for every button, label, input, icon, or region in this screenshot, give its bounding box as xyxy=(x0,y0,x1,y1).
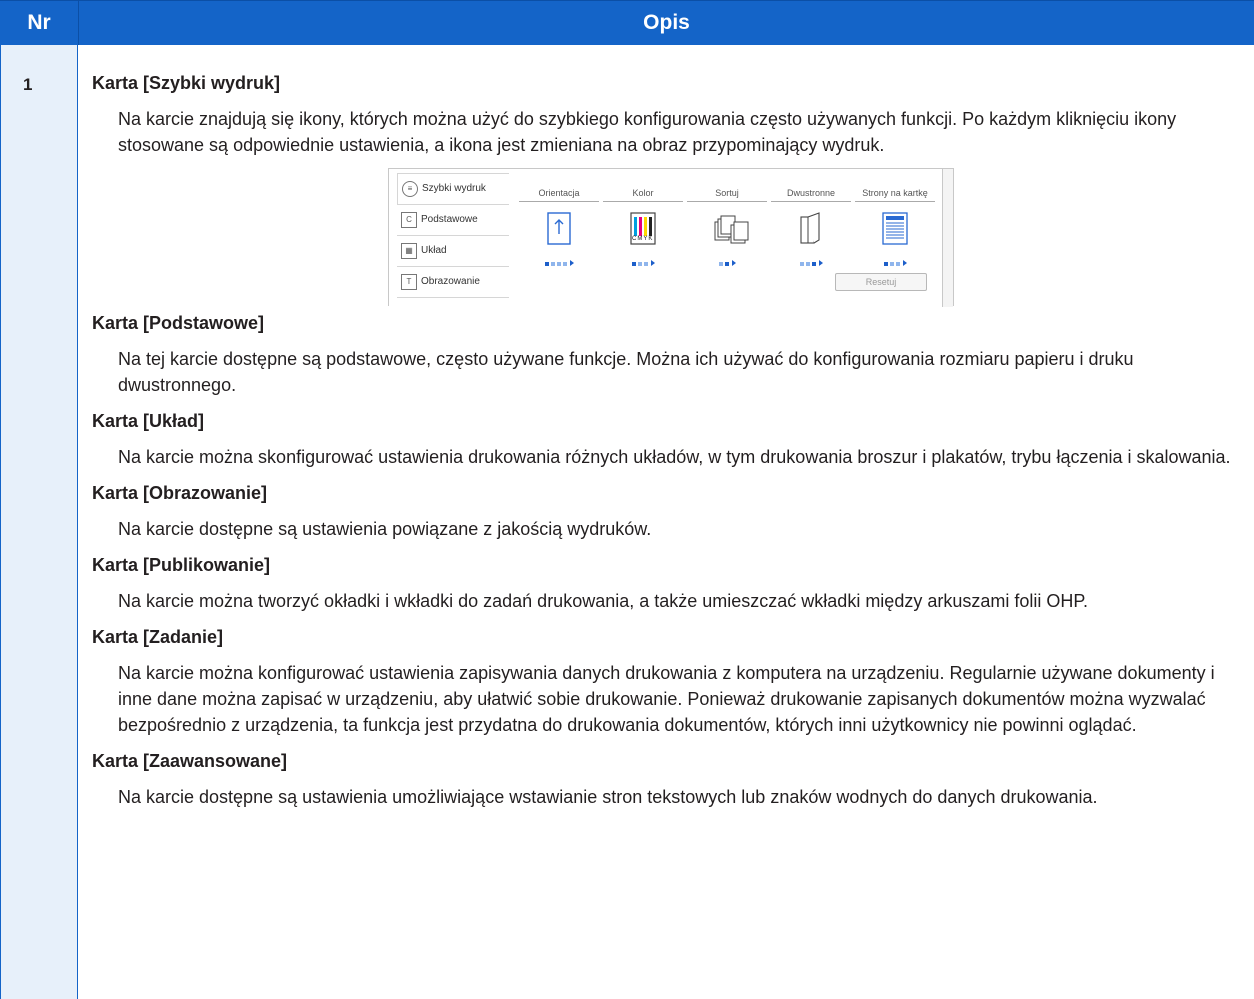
tab-label: Szybki wydruk xyxy=(422,183,486,194)
pages-per-sheet-icon xyxy=(881,212,909,246)
section-text: Na karcie znajdują się ikony, których mo… xyxy=(118,109,1177,155)
section-text: Na karcie można tworzyć okładki i wkładk… xyxy=(118,591,1089,611)
tab-quick-print[interactable]: ≡ Szybki wydruk xyxy=(397,173,509,205)
feature-orientation[interactable]: Orientacja xyxy=(519,187,599,270)
feature-label: Strony na kartkę xyxy=(855,187,935,202)
tab-label: Obrazowanie xyxy=(421,276,480,287)
row-number: 1 xyxy=(23,75,33,94)
layout-icon: ▦ xyxy=(401,243,417,259)
section-title: Karta [Szybki wydruk] xyxy=(92,73,281,93)
quick-print-icon: ≡ xyxy=(402,181,418,197)
tab-list: ≡ Szybki wydruk C Podstawowe ▦ Układ T O… xyxy=(397,173,509,298)
option-dots xyxy=(771,258,851,270)
section-text: Na tej karcie dostępne są podstawowe, cz… xyxy=(118,349,1134,395)
page: Nr Opis 1 Karta [Szybki wydruk] Na karci… xyxy=(0,0,1254,999)
section-text: Na karcie można konfigurować ustawienia … xyxy=(118,663,1215,735)
option-dots xyxy=(855,258,935,270)
reset-button[interactable]: Resetuj xyxy=(835,273,927,291)
section-title: Karta [Układ] xyxy=(92,411,205,431)
option-dots xyxy=(687,258,767,270)
color-icon: CMYK xyxy=(629,212,657,246)
feature-color[interactable]: Kolor CMYK xyxy=(603,187,683,270)
nr-column: 1 xyxy=(0,45,78,999)
tab-label: Podstawowe xyxy=(421,214,478,225)
section-title: Karta [Zaawansowane] xyxy=(92,751,288,771)
section-title: Karta [Publikowanie] xyxy=(92,555,271,575)
feature-label: Kolor xyxy=(603,187,683,202)
tab-imaging[interactable]: T Obrazowanie xyxy=(397,267,509,298)
driver-screenshot: ≡ Szybki wydruk C Podstawowe ▦ Układ T O… xyxy=(388,168,954,307)
collate-icon xyxy=(713,212,749,246)
section-text: Na karcie dostępne są ustawienia umożliw… xyxy=(118,787,1098,807)
table-header: Nr Opis xyxy=(0,0,1254,45)
section-text: Na karcie dostępne są ustawienia powiąza… xyxy=(118,519,652,539)
feature-label: Dwustronne xyxy=(771,187,851,202)
duplex-icon xyxy=(797,212,825,246)
option-dots xyxy=(519,258,599,270)
feature-collate[interactable]: Sortuj xyxy=(687,187,767,270)
header-opis: Opis xyxy=(643,11,690,34)
tab-label: Układ xyxy=(421,245,447,256)
description-cell: Karta [Szybki wydruk] Na karcie znajdują… xyxy=(92,70,1242,818)
header-nr: Nr xyxy=(0,1,79,45)
tab-basic[interactable]: C Podstawowe xyxy=(397,205,509,236)
feature-duplex[interactable]: Dwustronne xyxy=(771,187,851,270)
section-title: Karta [Podstawowe] xyxy=(92,313,265,333)
section-title: Karta [Obrazowanie] xyxy=(92,483,268,503)
imaging-icon: T xyxy=(401,274,417,290)
quick-print-features: Orientacja Kolor CMYK Sortuj Dwustronne … xyxy=(519,187,935,270)
tab-layout[interactable]: ▦ Układ xyxy=(397,236,509,267)
basic-icon: C xyxy=(401,212,417,228)
section-text: Na karcie można skonfigurować ustawienia… xyxy=(118,447,1231,467)
feature-pages-per-sheet[interactable]: Strony na kartkę xyxy=(855,187,935,270)
section-title: Karta [Zadanie] xyxy=(92,627,224,647)
scrollbar[interactable] xyxy=(942,169,953,307)
color-icon-text: CMYK xyxy=(632,236,654,242)
feature-label: Sortuj xyxy=(687,187,767,202)
orientation-icon xyxy=(545,212,573,246)
feature-label: Orientacja xyxy=(519,187,599,202)
option-dots xyxy=(603,258,683,270)
